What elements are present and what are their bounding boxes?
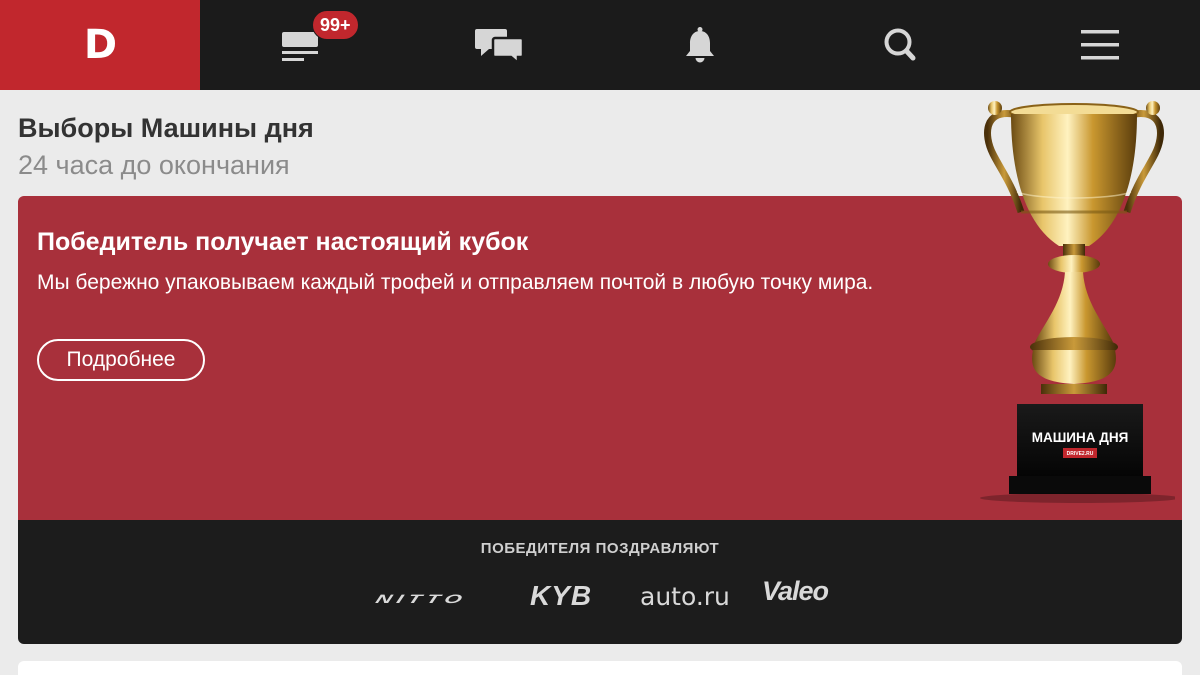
notification-badge: 99+: [312, 10, 359, 40]
trophy-plaque-sublabel: DRIVE2.RU: [1067, 451, 1094, 457]
sponsor-logo-autoru[interactable]: auto.ru: [640, 582, 730, 611]
nav-notifications-button[interactable]: [600, 0, 800, 90]
time-remaining: 24 часа до окончания: [18, 150, 290, 180]
sponsor-logos: NITTO KYB auto.ru Valeo: [18, 576, 1182, 620]
sponsors-heading: ПОБЕДИТЕЛЯ ПОЗДРАВЛЯЮТ: [480, 540, 720, 557]
sponsor-logo-kyb[interactable]: KYB: [530, 580, 592, 612]
trophy-plaque-label: МАШИНА ДНЯ: [1032, 430, 1129, 445]
nav-messages-button[interactable]: [400, 0, 600, 90]
bell-icon: [686, 27, 714, 63]
search-icon: [884, 28, 916, 61]
page-title: Выборы Машины дня: [18, 113, 314, 143]
nav-feed-button[interactable]: 99+: [200, 0, 400, 90]
menu-icon: [1081, 30, 1119, 60]
logo-button[interactable]: D: [0, 0, 200, 90]
logo-text: D: [83, 22, 117, 68]
promo-heading: Победитель получает настоящий кубок: [37, 228, 529, 256]
top-navigation: D 99+: [0, 0, 1200, 90]
more-button[interactable]: Подробнее: [37, 339, 205, 381]
next-card: [18, 661, 1182, 675]
trophy-image: МАШИНА ДНЯ DRIVE2.RU: [980, 101, 1175, 503]
sponsors-panel: ПОБЕДИТЕЛЯ ПОЗДРАВЛЯЮТ NITTO KYB auto.ru…: [18, 520, 1182, 644]
nav-menu-button[interactable]: [1000, 0, 1200, 90]
sponsor-logo-nitto[interactable]: NITTO: [374, 592, 469, 606]
chat-icon: [475, 29, 525, 64]
promo-description: Мы бережно упаковываем каждый трофей и о…: [37, 271, 874, 294]
nav-search-button[interactable]: [800, 0, 1000, 90]
sponsor-logo-valeo[interactable]: Valeo: [762, 576, 829, 607]
